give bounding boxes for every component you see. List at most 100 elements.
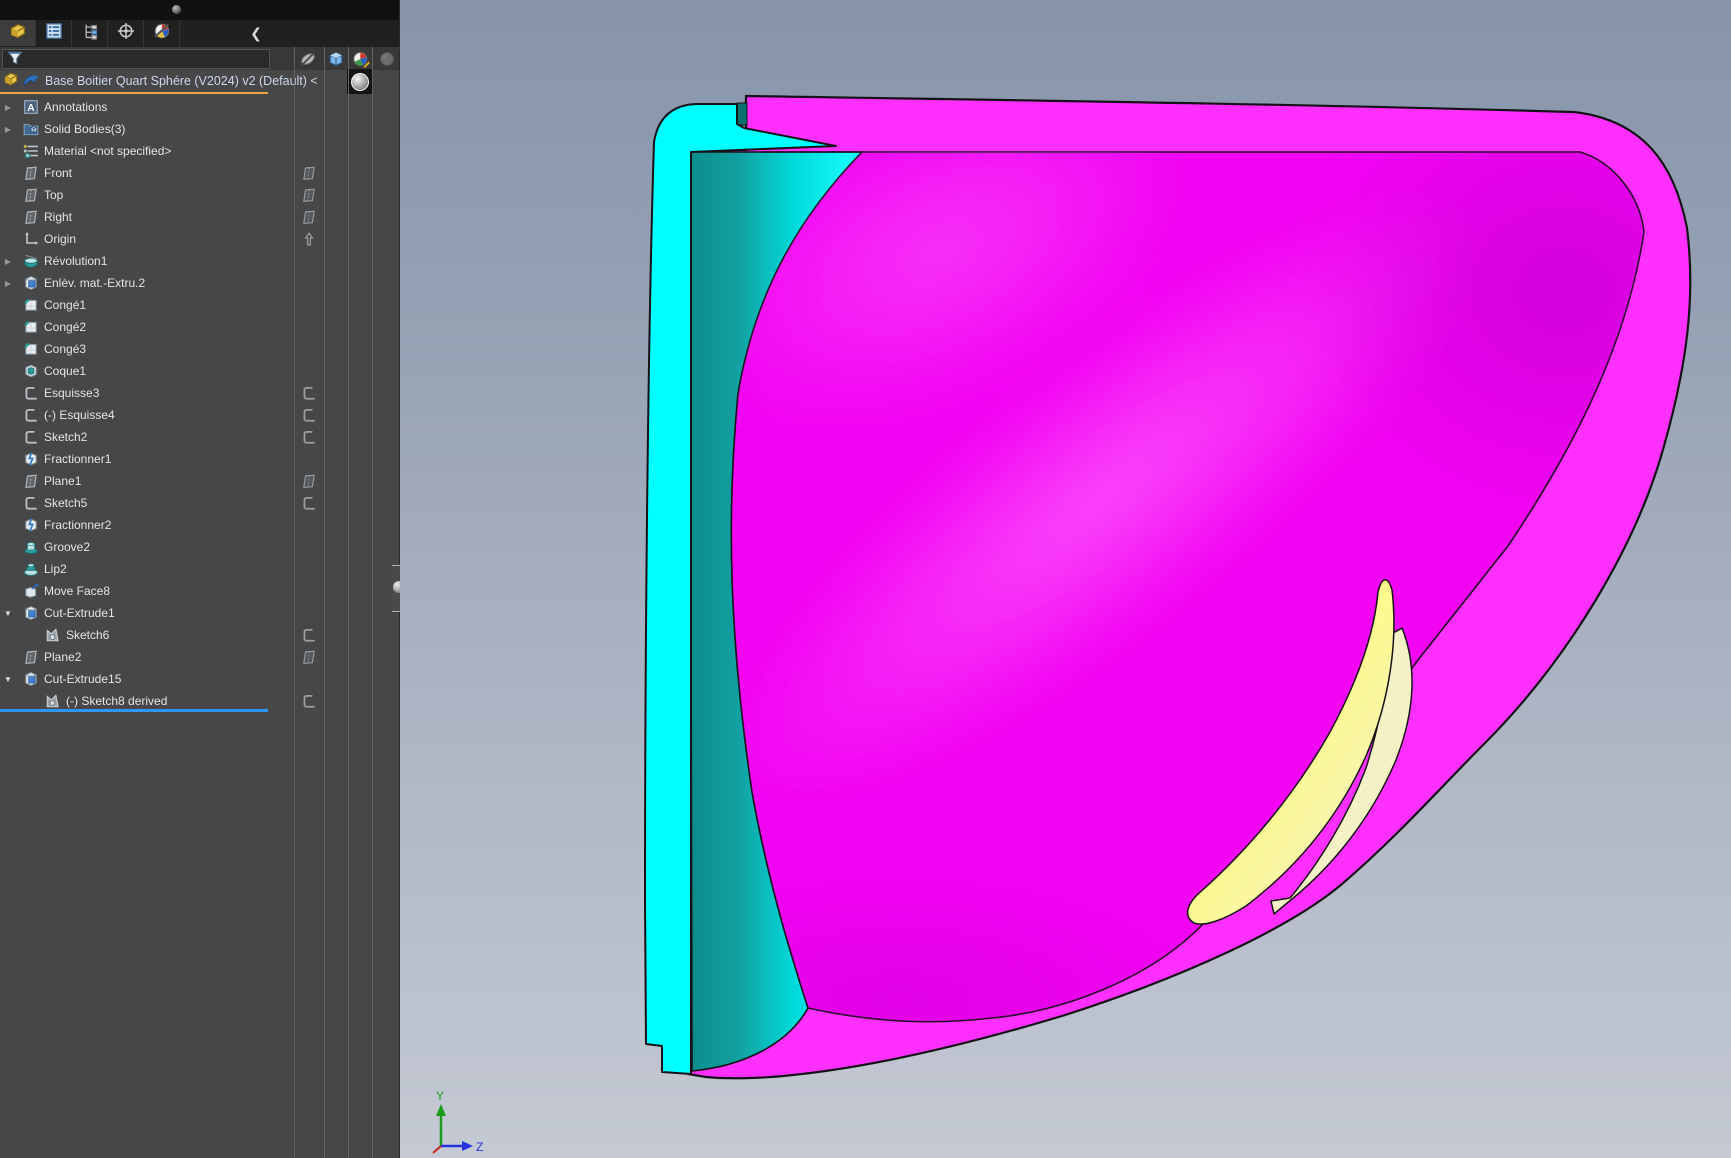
tab-display-manager[interactable] <box>144 20 180 46</box>
tree-item-material-not-specified[interactable]: Material <not specified> <box>0 140 268 162</box>
pane-plane-icon[interactable] <box>301 473 317 489</box>
expand-arrow-icon[interactable]: ▼ <box>3 609 13 618</box>
pane-separator <box>348 47 349 1158</box>
tab-config-icon <box>81 22 99 45</box>
tree-item-cut-extrude15[interactable]: ▼ Cut-Extrude15 <box>0 668 268 690</box>
collapse-panel-button[interactable]: ❮ <box>246 23 266 43</box>
tab-property-manager[interactable] <box>36 20 72 46</box>
display-mode-icon[interactable] <box>327 50 345 68</box>
tab-dimxpert-manager[interactable] <box>108 20 144 46</box>
expand-arrow-icon[interactable]: ▶ <box>3 103 13 112</box>
tree-item-sketch2[interactable]: Sketch2 <box>0 426 268 448</box>
hide-show-icon[interactable] <box>299 50 317 68</box>
tree-item-origin[interactable]: Origin <box>0 228 268 250</box>
tree-item-move-face8[interactable]: Move Face8 <box>0 580 268 602</box>
tree-item-groove2[interactable]: Groove2 <box>0 536 268 558</box>
root-document-label: Base Boitier Quart Sphére (V2024) v2 (De… <box>45 74 318 88</box>
pane-sketch-icon[interactable] <box>301 385 317 401</box>
feature-label: Sketch6 <box>66 628 109 642</box>
tree-item-cong-2[interactable]: Congé2 <box>0 316 268 338</box>
part-icon <box>3 71 19 92</box>
joint-slot <box>737 103 747 125</box>
drag-grip-icon[interactable] <box>172 5 181 14</box>
tree-item-annotations[interactable]: ▶ A Annotations <box>0 96 268 118</box>
pane-sketch-icon[interactable] <box>301 407 317 423</box>
pane-sketch-icon[interactable] <box>301 495 317 511</box>
graphics-viewport[interactable]: Y Z <box>400 0 1731 1158</box>
feature-label: Esquisse3 <box>44 386 99 400</box>
material-icon <box>23 143 39 159</box>
split-icon <box>23 517 39 533</box>
ghost-sphere-icon[interactable] <box>378 50 396 68</box>
tree-item-esquisse3[interactable]: Esquisse3 <box>0 382 268 404</box>
feature-label: Enlèv. mat.-Extru.2 <box>44 276 145 290</box>
tree-item-lip2[interactable]: Lip2 <box>0 558 268 580</box>
pane-plane-icon[interactable] <box>301 209 317 225</box>
plane-icon <box>23 649 39 665</box>
pane-separator <box>372 47 373 1158</box>
tree-item-fractionner1[interactable]: Fractionner1 <box>0 448 268 470</box>
part-model[interactable]: Y Z <box>400 0 1731 1158</box>
tree-item-sketch5[interactable]: Sketch5 <box>0 492 268 514</box>
plane-icon <box>23 209 39 225</box>
feature-label: Annotations <box>44 100 107 114</box>
sketch-icon <box>23 385 39 401</box>
plane-icon <box>23 187 39 203</box>
tree-item-cut-extrude1[interactable]: ▼ Cut-Extrude1 <box>0 602 268 624</box>
tree-item-right[interactable]: Right <box>0 206 268 228</box>
pane-origin-icon[interactable] <box>301 231 317 247</box>
tree-item-plane1[interactable]: Plane1 <box>0 470 268 492</box>
solid-bodies-icon <box>23 121 39 137</box>
pane-plane-icon[interactable] <box>301 187 317 203</box>
tree-filter-field[interactable] <box>2 49 270 69</box>
tree-item-front[interactable]: Front <box>0 162 268 184</box>
plane-icon <box>23 165 39 181</box>
tree-item-cong-3[interactable]: Congé3 <box>0 338 268 360</box>
feature-label: Origin <box>44 232 76 246</box>
feature-label: (-) Sketch8 derived <box>66 694 167 708</box>
feature-label: Groove2 <box>44 540 90 554</box>
tree-item-cong-1[interactable]: Congé1 <box>0 294 268 316</box>
filter-input[interactable] <box>23 51 257 67</box>
pane-sketch-icon[interactable] <box>301 429 317 445</box>
feature-label: Cut-Extrude15 <box>44 672 121 686</box>
manager-tab-bar: ❮ <box>0 20 399 48</box>
feature-label: Sketch5 <box>44 496 87 510</box>
shell-icon <box>23 363 39 379</box>
tree-item-plane2[interactable]: Plane2 <box>0 646 268 668</box>
pane-plane-icon[interactable] <box>301 649 317 665</box>
groove-icon <box>23 539 39 555</box>
tree-item-coque1[interactable]: Coque1 <box>0 360 268 382</box>
tab-features[interactable] <box>0 20 36 46</box>
pane-plane-icon[interactable] <box>301 165 317 181</box>
rollback-bar[interactable] <box>0 709 268 712</box>
tree-item-root[interactable]: Base Boitier Quart Sphére (V2024) v2 (De… <box>0 70 268 92</box>
tree-item-fractionner2[interactable]: Fractionner2 <box>0 514 268 536</box>
tree-item-enl-v-mat-extru-2[interactable]: ▶ Enlèv. mat.-Extru.2 <box>0 272 268 294</box>
tree-item-r-volution1[interactable]: ▶ Révolution1 <box>0 250 268 272</box>
tree-item-sketch6[interactable]: Sketch6 <box>0 624 268 646</box>
tab-part-icon <box>9 22 27 45</box>
tree-item-esquisse4[interactable]: (-) Esquisse4 <box>0 404 268 426</box>
expand-arrow-icon[interactable]: ▶ <box>3 125 13 134</box>
tree-item-solid-bodies-3[interactable]: ▶ Solid Bodies(3) <box>0 118 268 140</box>
feature-label: Solid Bodies(3) <box>44 122 125 136</box>
filter-row <box>0 47 399 70</box>
expand-arrow-icon[interactable]: ▼ <box>3 675 13 684</box>
expand-arrow-icon[interactable]: ▶ <box>3 257 13 266</box>
feature-label: Fractionner2 <box>44 518 111 532</box>
tree-item-top[interactable]: Top <box>0 184 268 206</box>
cut-extrude-icon <box>23 275 39 291</box>
pane-sketch-icon[interactable] <box>301 693 317 709</box>
appearance-sphere-swatch <box>351 73 369 91</box>
appearance-cell[interactable] <box>347 69 372 94</box>
tab-configuration-manager[interactable] <box>72 20 108 46</box>
pane-separator <box>324 47 325 1158</box>
plane-icon <box>23 473 39 489</box>
expand-arrow-icon[interactable]: ▶ <box>3 279 13 288</box>
pane-sketch-icon[interactable] <box>301 627 317 643</box>
appearance-icon[interactable] <box>352 50 370 68</box>
move-face-icon <box>23 583 39 599</box>
panel-header <box>0 0 399 20</box>
triad-y-label: Y <box>436 1089 444 1103</box>
